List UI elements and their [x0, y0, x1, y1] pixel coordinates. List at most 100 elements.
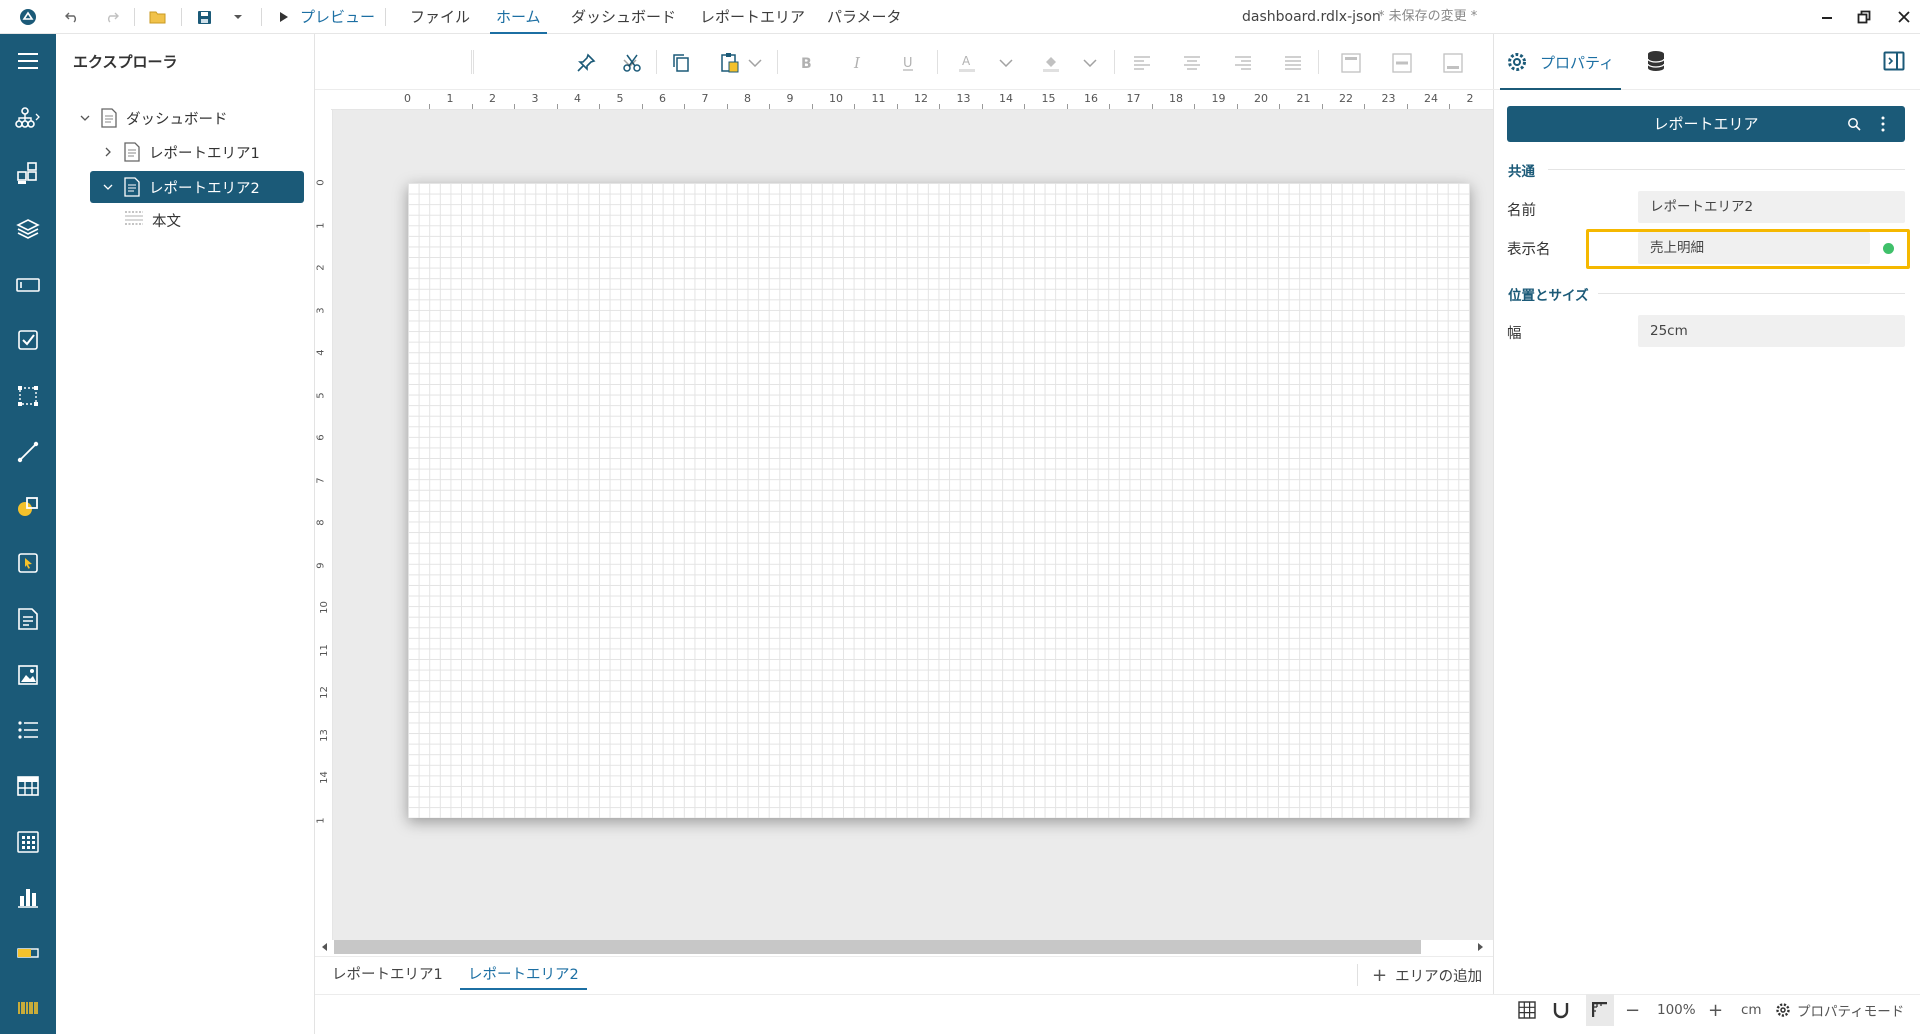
- undo-icon[interactable]: [62, 7, 82, 27]
- tab-area2[interactable]: レポートエリア2: [460, 956, 587, 994]
- zoom-out-button[interactable]: −: [1625, 994, 1640, 1026]
- preview-button[interactable]: プレビュー: [300, 0, 375, 34]
- tree-icon[interactable]: [14, 104, 42, 132]
- save-dropdown-icon[interactable]: [228, 7, 248, 27]
- ruler-tick-mark: [811, 104, 813, 109]
- font-family-dropdown-icon[interactable]: [617, 50, 643, 76]
- copy-icon[interactable]: [668, 50, 694, 76]
- scroll-left-icon[interactable]: [320, 942, 328, 952]
- more-options-icon[interactable]: [1881, 116, 1885, 132]
- menu-file[interactable]: ファイル: [410, 0, 470, 34]
- minimize-icon[interactable]: [1816, 6, 1838, 28]
- richtext-icon[interactable]: [14, 605, 42, 633]
- ruler-tick-label: 10: [318, 601, 330, 614]
- menu-report-area[interactable]: レポートエリア: [700, 0, 805, 34]
- chevron-down-icon[interactable]: [78, 111, 92, 125]
- width-field[interactable]: 25cm: [1638, 315, 1905, 347]
- underline-icon[interactable]: U: [895, 50, 921, 76]
- ruler-tick-label: 17: [1126, 92, 1141, 105]
- textbox-icon[interactable]: [14, 271, 42, 299]
- restore-icon[interactable]: [1853, 6, 1875, 28]
- align-center-icon[interactable]: [1179, 50, 1205, 76]
- scroll-right-icon[interactable]: [1477, 942, 1485, 952]
- menu-home[interactable]: ホーム: [490, 0, 547, 34]
- tree-item-label: レポートエリア1: [149, 145, 260, 162]
- menu-dashboard[interactable]: ダッシュボード: [571, 0, 676, 34]
- paste-icon[interactable]: [717, 50, 743, 76]
- tree-item-body[interactable]: 本文: [124, 204, 284, 236]
- document-icon: [123, 142, 141, 162]
- save-icon[interactable]: [194, 7, 214, 27]
- bullet-icon[interactable]: [14, 939, 42, 967]
- app-logo-icon: [18, 7, 38, 27]
- components-icon[interactable]: [14, 160, 42, 188]
- ruler-tick-label: 7: [701, 92, 709, 105]
- font-color-dropdown-icon[interactable]: [993, 50, 1019, 76]
- grid-toggle-icon[interactable]: [1518, 994, 1536, 1026]
- tree-item-area1[interactable]: レポートエリア1: [101, 136, 301, 168]
- close-icon[interactable]: [1893, 6, 1915, 28]
- image-icon[interactable]: [14, 661, 42, 689]
- ruler-tick-label: 11: [318, 643, 330, 657]
- chevron-right-icon[interactable]: [101, 145, 115, 159]
- align-left-icon[interactable]: [1129, 50, 1155, 76]
- ruler-toggle-icon[interactable]: [1586, 994, 1614, 1026]
- line-icon[interactable]: [14, 438, 42, 466]
- chevron-down-icon[interactable]: [101, 180, 115, 194]
- valign-middle-icon[interactable]: [1389, 50, 1415, 76]
- align-right-icon[interactable]: [1230, 50, 1256, 76]
- tree-item-dashboard[interactable]: ダッシュボード: [78, 102, 298, 134]
- property-mode-button[interactable]: プロパティモード: [1775, 994, 1904, 1026]
- ruler-tick-label: 4: [315, 349, 327, 356]
- ruler-tick-label: 12: [318, 686, 330, 699]
- ruler-tick-mark: [939, 104, 940, 109]
- shapes-icon[interactable]: [14, 493, 42, 521]
- panel-header-title: レポートエリア: [1653, 115, 1759, 133]
- font-size-dropdown-icon[interactable]: [742, 50, 768, 76]
- search-icon[interactable]: [1847, 117, 1861, 131]
- panel-toggle-icon[interactable]: [1883, 51, 1905, 71]
- redo-icon[interactable]: [102, 7, 122, 27]
- tree-item-area2[interactable]: レポートエリア2: [90, 171, 304, 203]
- menu-parameters[interactable]: パラメータ: [827, 0, 902, 34]
- name-field[interactable]: レポートエリア2: [1638, 191, 1905, 223]
- valign-bottom-icon[interactable]: [1440, 50, 1466, 76]
- italic-icon[interactable]: I: [845, 50, 871, 76]
- ruler-tick-mark: [429, 104, 430, 109]
- snap-magnet-icon[interactable]: [1553, 994, 1569, 1026]
- add-area-button[interactable]: + エリアの追加: [1372, 956, 1482, 994]
- unit-selector[interactable]: cm: [1741, 994, 1762, 1026]
- tab-area1[interactable]: レポートエリア1: [332, 956, 443, 994]
- data-source-icon[interactable]: [1646, 50, 1666, 72]
- pointer-icon[interactable]: [14, 549, 42, 577]
- font-color-icon[interactable]: A: [954, 50, 980, 76]
- tablix-icon[interactable]: [14, 828, 42, 856]
- container-icon[interactable]: [14, 382, 42, 410]
- ruler-vertical: 0 1 2 3 4 5 6 7 8 9 10 11 12 13 14 1: [315, 110, 333, 940]
- scrollbar-thumb[interactable]: [334, 940, 1421, 954]
- tab-properties[interactable]: プロパティ: [1500, 34, 1621, 90]
- ruler-tick-label: 18: [1169, 92, 1183, 105]
- list-icon[interactable]: [14, 716, 42, 744]
- ruler-tick-label: 7: [315, 476, 327, 484]
- pin-icon[interactable]: [573, 50, 599, 76]
- preview-play-icon[interactable]: [274, 7, 294, 27]
- valign-top-icon[interactable]: [1338, 50, 1364, 76]
- open-folder-icon[interactable]: [148, 7, 168, 27]
- fill-color-icon[interactable]: [1038, 50, 1064, 76]
- barcode-icon[interactable]: [14, 994, 42, 1022]
- bold-icon[interactable]: B: [793, 50, 819, 76]
- chart-icon[interactable]: [14, 883, 42, 911]
- ruler-tick-mark: [1406, 104, 1408, 109]
- fill-color-dropdown-icon[interactable]: [1077, 50, 1103, 76]
- table-icon[interactable]: [14, 772, 42, 800]
- layers-icon[interactable]: [14, 215, 42, 243]
- report-page[interactable]: [408, 183, 1470, 818]
- checkbox-icon[interactable]: [14, 326, 42, 354]
- section-common-title: 共通: [1508, 164, 1535, 180]
- title-bar: プレビュー ファイル ホーム ダッシュボード レポートエリア パラメータ das…: [0, 0, 1920, 34]
- align-justify-icon[interactable]: [1280, 50, 1306, 76]
- zoom-level[interactable]: 100%: [1657, 994, 1696, 1026]
- zoom-in-button[interactable]: +: [1708, 994, 1723, 1026]
- menu-icon[interactable]: [14, 47, 42, 75]
